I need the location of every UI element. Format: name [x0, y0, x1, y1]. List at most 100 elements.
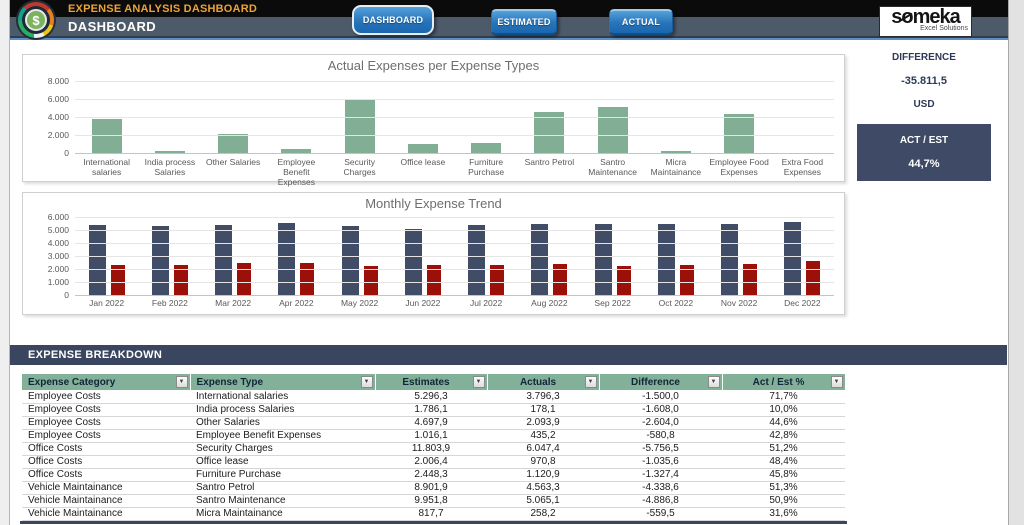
column-header-expense-type: Expense Type ▼	[190, 374, 376, 390]
expense-type-cell: Employee Benefit Expenses	[190, 429, 375, 443]
table-row: Employee Costs India process Salaries 1.78…	[22, 403, 845, 417]
value-cell: 10,0%	[722, 403, 845, 417]
table-row: Vehicle Maintainance Micra Maintainance 81…	[22, 507, 845, 521]
kpi-difference-unit: USD	[913, 99, 935, 110]
x-axis-label: Sep 2022	[594, 298, 631, 308]
someka-logo: someka Excel Solutions	[879, 6, 972, 37]
value-cell: 51,2%	[722, 442, 845, 456]
x-axis-label: Jan 2022	[89, 298, 125, 308]
gridline	[75, 295, 834, 296]
value-cell: 2.448,3	[375, 468, 487, 482]
bar	[724, 114, 755, 153]
value-cell: 71,7%	[722, 390, 845, 404]
x-axis-label: Aug 2022	[531, 298, 568, 308]
filter-dropdown-button[interactable]: ▼	[360, 376, 373, 388]
x-axis-label: Extra Food Expenses	[781, 157, 824, 178]
next-section-edge	[20, 521, 847, 524]
x-axis-label: Jul 2022	[470, 298, 503, 308]
x-axis-label: Santro Maintenance	[588, 157, 637, 178]
sheet-left-margin	[0, 0, 10, 525]
estimates-bar	[215, 224, 233, 295]
table-row: Vehicle Maintainance Santro Maintenance 9.…	[22, 494, 845, 508]
expense-category-cell: Vehicle Maintainance	[22, 494, 190, 508]
chart-x-axis-labels: International salaries India process Sala…	[75, 157, 834, 188]
filter-dropdown-button[interactable]: ▼	[472, 376, 485, 388]
x-axis-label: Mar 2022	[215, 298, 252, 308]
gridline	[75, 229, 834, 231]
dashboard-screen: $ EXPENSE ANALYSIS DASHBOARD DASHBOARD D…	[0, 0, 1024, 525]
value-cell: 1.786,1	[375, 403, 487, 417]
x-axis-label: Employee Benefit Expenses	[277, 157, 316, 188]
value-cell: -1.608,0	[599, 403, 722, 417]
expense-type-cell: Other Salaries	[190, 416, 375, 430]
bar	[597, 107, 628, 153]
column-header-label: Expense Type	[196, 376, 264, 388]
value-cell: -4.338,6	[599, 481, 722, 495]
x-axis-label: Dec 2022	[784, 298, 821, 308]
expense-type-cell: India process Salaries	[190, 403, 375, 417]
header: $ EXPENSE ANALYSIS DASHBOARD DASHBOARD D…	[10, 0, 1008, 40]
y-axis-tick: 0	[64, 290, 69, 300]
bar	[344, 98, 375, 153]
value-cell: 970,8	[487, 455, 599, 469]
x-axis-label: Santro Petrol	[524, 157, 575, 167]
nav-button-actual[interactable]: ACTUAL	[609, 9, 673, 35]
value-cell: 42,8%	[722, 429, 845, 443]
chart-title: Actual Expenses per Expense Types	[327, 58, 540, 73]
filter-dropdown-button[interactable]: ▼	[175, 376, 188, 388]
actuals-bar	[806, 261, 821, 295]
x-axis-label: International salaries	[83, 157, 131, 178]
column-header-label: Estimates	[402, 376, 450, 388]
value-cell: 1.120,9	[487, 468, 599, 482]
table-row: Office Costs Furniture Purchase 2.448,3 1.1…	[22, 468, 845, 482]
table-row: Employee Costs International salaries 5.29…	[22, 390, 845, 404]
x-axis-label: India process Salaries	[144, 157, 196, 178]
y-axis-tick: 2.000	[47, 263, 69, 274]
estimates-bar	[721, 223, 739, 295]
filter-dropdown-button[interactable]: ▼	[830, 376, 843, 388]
table-row: Employee Costs Employee Benefit Expenses 1…	[22, 429, 845, 443]
chart-actual-expenses-panel: Actual Expenses per Expense Types 8.000 6…	[22, 54, 845, 187]
gridline	[75, 117, 834, 118]
value-cell: -2.604,0	[599, 416, 722, 430]
expense-category-cell: Office Costs	[22, 442, 190, 456]
value-cell: 4.563,3	[487, 481, 599, 495]
estimates-bar	[151, 226, 169, 295]
column-header-actuals: Actuals ▼	[487, 374, 600, 390]
y-axis-tick: 6.000	[47, 94, 69, 104]
value-cell: 1.016,1	[375, 429, 487, 443]
value-cell: 817,7	[375, 507, 487, 521]
gridline	[75, 153, 834, 154]
estimates-bar	[594, 224, 612, 295]
actuals-bar	[363, 266, 378, 295]
y-axis-tick: 6.000	[47, 212, 69, 222]
value-cell: 3.796,3	[487, 390, 599, 404]
x-axis-label: Apr 2022	[279, 298, 314, 308]
estimates-bar	[784, 222, 802, 295]
expense-category-cell: Vehicle Maintainance	[22, 507, 190, 521]
value-cell: -1.035,6	[599, 455, 722, 469]
y-axis-tick: 4.000	[47, 112, 69, 122]
estimates-bar	[278, 222, 296, 295]
x-axis-label: Security Charges	[343, 157, 376, 178]
expense-category-cell: Vehicle Maintainance	[22, 481, 190, 495]
value-cell: 9.951,8	[375, 494, 487, 508]
value-cell: 6.047,4	[487, 442, 599, 456]
value-cell: 50,9%	[722, 494, 845, 508]
gridline	[75, 282, 834, 283]
estimates-bar	[468, 225, 486, 295]
x-axis-label: Nov 2022	[720, 298, 758, 308]
gridline	[75, 135, 834, 136]
kpi-difference-label: DIFFERENCE	[892, 52, 956, 63]
column-header-label: Act / Est %	[752, 376, 805, 388]
filter-dropdown-button[interactable]: ▼	[584, 376, 597, 388]
value-cell: 2.093,9	[487, 416, 599, 430]
table-header: Expense Category ▼ Expense Type ▼ Estimates ▼…	[22, 374, 846, 390]
nav-button-estimated[interactable]: ESTIMATED	[491, 9, 557, 35]
kpi-difference-card: DIFFERENCE -35.811,5 USD	[857, 48, 991, 114]
filter-dropdown-button[interactable]: ▼	[707, 376, 720, 388]
x-axis-label: Office lease	[400, 157, 446, 167]
value-cell: 178,1	[487, 403, 599, 417]
y-axis-tick: 4.000	[47, 237, 69, 248]
nav-button-dashboard[interactable]: DASHBOARD	[352, 5, 434, 35]
